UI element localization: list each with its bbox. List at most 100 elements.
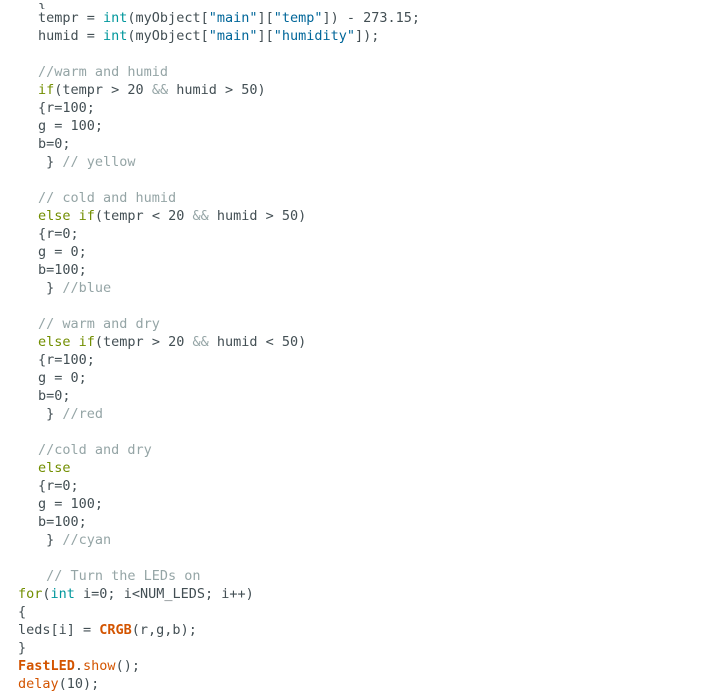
code-token-plain: b=0; <box>38 136 71 152</box>
code-line[interactable]: } //blue <box>0 279 703 297</box>
code-token-plain: i=0; i<NUM_LEDS; i++) <box>74 586 254 602</box>
code-token-plain: . <box>74 658 84 674</box>
code-token-plain: (tempr > 20 <box>94 334 193 350</box>
code-token-plain: ][ <box>257 10 274 26</box>
code-line[interactable]: b=100; <box>0 261 703 279</box>
code-token-keyword: else <box>38 208 71 224</box>
code-line[interactable]: b=100; <box>0 513 703 531</box>
code-token-plain: (tempr < 20 <box>94 208 193 224</box>
code-line[interactable]: //cold and dry <box>0 441 703 459</box>
code-token-comment: && <box>192 208 209 224</box>
code-token-func: delay <box>18 676 59 692</box>
code-token-plain: humid = <box>38 28 104 44</box>
code-token-plain: b=100; <box>38 262 87 278</box>
code-token-comment: && <box>151 82 169 98</box>
code-line[interactable]: g = 100; <box>0 495 703 513</box>
code-line[interactable]: } // yellow <box>0 153 703 171</box>
code-line[interactable]: {r=0; <box>0 225 703 243</box>
code-line[interactable]: // cold and humid <box>0 189 703 207</box>
code-line[interactable]: FastLED.show(); <box>0 657 703 675</box>
code-line[interactable]: g = 0; <box>0 243 703 261</box>
code-token-plain: ]) - 273.15; <box>322 10 421 26</box>
code-token-string: "temp" <box>273 10 323 26</box>
code-token-class: FastLED <box>18 658 75 674</box>
code-line[interactable]: tempr = int(myObject["main"]["temp"]) - … <box>0 9 703 27</box>
code-line[interactable]: humid = int(myObject["main"]["humidity"]… <box>0 27 703 45</box>
code-token-string: "main" <box>208 28 258 44</box>
code-token-plain: tempr = <box>38 10 104 26</box>
code-line[interactable] <box>0 423 703 441</box>
code-token-comment: // yellow <box>62 154 136 170</box>
code-token-plain: b=0; <box>38 388 71 404</box>
code-token-type: int <box>50 586 75 602</box>
code-token-plain: (tempr > 20 <box>54 82 152 98</box>
code-token-func: show <box>83 658 116 674</box>
code-token-plain: ]); <box>355 28 380 44</box>
code-token-keyword: else <box>38 334 71 350</box>
code-token-plain: g = 100; <box>38 496 104 512</box>
code-token-comment: //cyan <box>62 532 112 548</box>
code-token-comment: // warm and dry <box>38 316 160 332</box>
code-token-type: int <box>103 10 128 26</box>
code-line[interactable] <box>0 171 703 189</box>
code-token-plain: humid < 50) <box>208 334 307 350</box>
code-token-comment: //cold and dry <box>38 442 152 458</box>
code-token-plain: humid > 50) <box>168 82 266 98</box>
code-line[interactable] <box>0 549 703 567</box>
code-token-plain: {r=100; <box>38 100 95 116</box>
code-token-plain: (r,g,b); <box>131 622 197 638</box>
code-token-plain: g = 0; <box>38 244 87 260</box>
code-line[interactable]: g = 100; <box>0 117 703 135</box>
code-token-plain: } <box>38 280 63 296</box>
code-line[interactable]: } <box>0 639 703 657</box>
code-line[interactable]: delay(10); <box>0 675 703 693</box>
code-line[interactable] <box>0 45 703 63</box>
code-token-plain: {r=0; <box>38 226 79 242</box>
code-token-comment: && <box>192 334 209 350</box>
code-token-plain: (myObject[ <box>127 28 209 44</box>
code-token-plain: (myObject[ <box>127 10 209 26</box>
code-line[interactable]: } //red <box>0 405 703 423</box>
code-token-plain: ][ <box>257 28 274 44</box>
code-line[interactable]: for(int i=0; i<NUM_LEDS; i++) <box>0 585 703 603</box>
code-token-plain: leds[i] = <box>18 622 100 638</box>
code-line[interactable] <box>0 297 703 315</box>
code-token-plain: g = 100; <box>38 118 104 134</box>
code-token-comment: //blue <box>62 280 112 296</box>
code-line[interactable]: } <box>0 0 703 9</box>
code-line[interactable]: } //cyan <box>0 531 703 549</box>
code-token-keyword: if <box>38 82 55 98</box>
code-token-keyword: if <box>78 208 95 224</box>
code-line[interactable]: else if(tempr > 20 && humid < 50) <box>0 333 703 351</box>
code-editor[interactable]: } tempr = int(myObject["main"]["temp"]) -… <box>0 0 703 694</box>
code-token-comment: // cold and humid <box>38 190 177 206</box>
code-line[interactable]: leds[i] = CRGB(r,g,b); <box>0 621 703 639</box>
code-token-plain: ( <box>42 586 51 602</box>
code-line[interactable]: { <box>0 603 703 621</box>
code-token-plain: b=100; <box>38 514 87 530</box>
code-line[interactable]: if(tempr > 20 && humid > 50) <box>0 81 703 99</box>
code-token-plain: (10); <box>58 676 100 692</box>
code-line[interactable]: b=0; <box>0 387 703 405</box>
code-line[interactable]: g = 0; <box>0 369 703 387</box>
code-line[interactable]: else <box>0 459 703 477</box>
code-token-keyword: else <box>38 460 71 476</box>
code-line[interactable]: // warm and dry <box>0 315 703 333</box>
code-line[interactable]: {r=100; <box>0 351 703 369</box>
code-token-plain: { <box>18 604 27 620</box>
code-token-type: int <box>103 28 128 44</box>
code-line[interactable]: //warm and humid <box>0 63 703 81</box>
code-token-plain: {r=100; <box>38 352 95 368</box>
code-token-plain: } <box>38 532 63 548</box>
code-line[interactable]: else if(tempr < 20 && humid > 50) <box>0 207 703 225</box>
code-token-keyword: if <box>78 334 95 350</box>
code-line[interactable]: {r=100; <box>0 99 703 117</box>
code-token-plain: } <box>38 406 63 422</box>
code-line[interactable]: {r=0; <box>0 477 703 495</box>
code-token-string: "main" <box>208 10 258 26</box>
code-token-plain: } <box>18 640 27 656</box>
code-line[interactable]: // Turn the LEDs on <box>0 567 703 585</box>
code-line[interactable]: b=0; <box>0 135 703 153</box>
